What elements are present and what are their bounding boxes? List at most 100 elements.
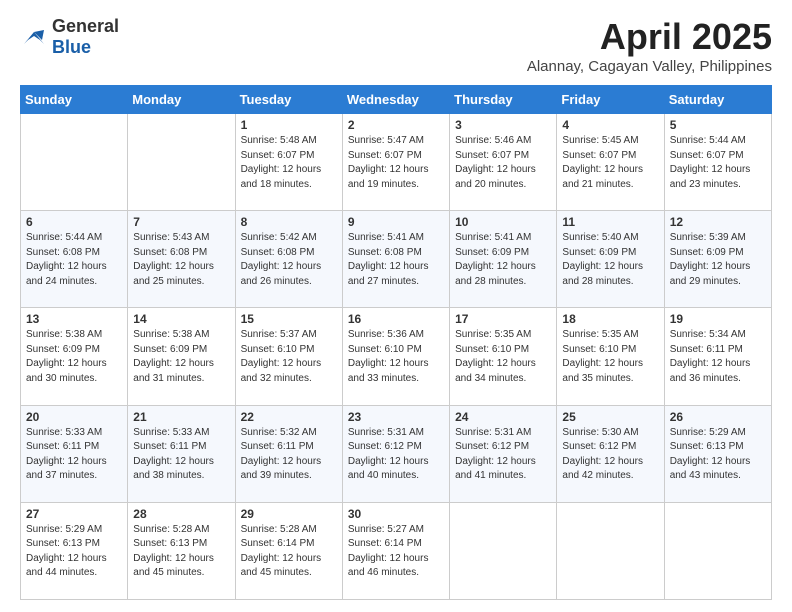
calendar-cell: 19Sunrise: 5:34 AM Sunset: 6:11 PM Dayli… [664,308,771,405]
day-info: Sunrise: 5:32 AM Sunset: 6:11 PM Dayligh… [241,426,337,484]
calendar-cell: 29 Sunrise: 5:28 AM Sunset: 6:14 PM Dayli… [235,502,342,599]
day-number: 11 [562,215,658,229]
subtitle: Alannay, Cagayan Valley, Philippines [527,58,772,75]
main-title: April 2025 [527,16,772,58]
logo-text: General Blue [52,16,119,58]
calendar-cell: 11 Sunrise: 5:40 AM Sunset: 6:09 PM Dayli… [557,211,664,308]
logo-blue: Blue [52,37,91,57]
day-number: 20 [26,410,122,424]
calendar-cell [557,502,664,599]
calendar-cell: 22 Sunrise: 5:32 AM Sunset: 6:11 PM Dayli… [235,405,342,502]
calendar-cell: 13Sunrise: 5:38 AM Sunset: 6:09 PM Dayli… [21,308,128,405]
calendar-cell: 28 Sunrise: 5:28 AM Sunset: 6:13 PM Dayli… [128,502,235,599]
calendar-cell: 1 Sunrise: 5:48 AM Sunset: 6:07 PM Daylig… [235,114,342,211]
calendar-cell: 18 Sunrise: 5:35 AM Sunset: 6:10 PM Dayli… [557,308,664,405]
day-number: 16 [348,312,444,326]
calendar-cell: 30Sunrise: 5:27 AM Sunset: 6:14 PM Dayli… [342,502,449,599]
calendar-week-row: 13Sunrise: 5:38 AM Sunset: 6:09 PM Dayli… [21,308,772,405]
calendar-cell [128,114,235,211]
day-info: Sunrise: 5:46 AM Sunset: 6:07 PM Dayligh… [455,134,551,192]
calendar-day-header: Tuesday [235,86,342,114]
logo-general: General [52,16,119,36]
calendar-cell: 25 Sunrise: 5:30 AM Sunset: 6:12 PM Dayli… [557,405,664,502]
day-number: 10 [455,215,551,229]
calendar-header-row: SundayMondayTuesdayWednesdayThursdayFrid… [21,86,772,114]
page: General Blue April 2025 Alannay, Cagayan… [0,0,792,612]
day-info: Sunrise: 5:36 AM Sunset: 6:10 PM Dayligh… [348,328,444,386]
day-number: 28 [133,507,229,521]
day-number: 18 [562,312,658,326]
day-info: Sunrise: 5:29 AM Sunset: 6:13 PM Dayligh… [670,426,766,484]
day-info: Sunrise: 5:40 AM Sunset: 6:09 PM Dayligh… [562,231,658,289]
calendar-day-header: Wednesday [342,86,449,114]
day-info: Sunrise: 5:39 AM Sunset: 6:09 PM Dayligh… [670,231,766,289]
day-info: Sunrise: 5:29 AM Sunset: 6:13 PM Dayligh… [26,523,122,581]
day-number: 7 [133,215,229,229]
day-info: Sunrise: 5:42 AM Sunset: 6:08 PM Dayligh… [241,231,337,289]
calendar-cell [450,502,557,599]
calendar-cell: 23Sunrise: 5:31 AM Sunset: 6:12 PM Dayli… [342,405,449,502]
calendar-cell [664,502,771,599]
calendar-cell: 5 Sunrise: 5:44 AM Sunset: 6:07 PM Daylig… [664,114,771,211]
calendar-week-row: 1 Sunrise: 5:48 AM Sunset: 6:07 PM Daylig… [21,114,772,211]
day-info: Sunrise: 5:33 AM Sunset: 6:11 PM Dayligh… [133,426,229,484]
calendar-week-row: 6Sunrise: 5:44 AM Sunset: 6:08 PM Daylig… [21,211,772,308]
day-number: 14 [133,312,229,326]
calendar-week-row: 20 Sunrise: 5:33 AM Sunset: 6:11 PM Dayli… [21,405,772,502]
day-info: Sunrise: 5:31 AM Sunset: 6:12 PM Dayligh… [455,426,551,484]
calendar-cell: 3 Sunrise: 5:46 AM Sunset: 6:07 PM Daylig… [450,114,557,211]
calendar-cell: 24 Sunrise: 5:31 AM Sunset: 6:12 PM Dayli… [450,405,557,502]
day-number: 9 [348,215,444,229]
day-number: 3 [455,118,551,132]
day-info: Sunrise: 5:35 AM Sunset: 6:10 PM Dayligh… [562,328,658,386]
day-number: 5 [670,118,766,132]
day-info: Sunrise: 5:35 AM Sunset: 6:10 PM Dayligh… [455,328,551,386]
day-number: 15 [241,312,337,326]
day-info: Sunrise: 5:30 AM Sunset: 6:12 PM Dayligh… [562,426,658,484]
calendar-cell: 26Sunrise: 5:29 AM Sunset: 6:13 PM Dayli… [664,405,771,502]
day-info: Sunrise: 5:38 AM Sunset: 6:09 PM Dayligh… [26,328,122,386]
day-info: Sunrise: 5:41 AM Sunset: 6:09 PM Dayligh… [455,231,551,289]
calendar-cell: 17 Sunrise: 5:35 AM Sunset: 6:10 PM Dayli… [450,308,557,405]
day-number: 27 [26,507,122,521]
logo: General Blue [20,16,119,58]
calendar-cell: 12 Sunrise: 5:39 AM Sunset: 6:09 PM Dayli… [664,211,771,308]
calendar-cell: 6Sunrise: 5:44 AM Sunset: 6:08 PM Daylig… [21,211,128,308]
day-number: 17 [455,312,551,326]
calendar-cell: 4Sunrise: 5:45 AM Sunset: 6:07 PM Daylig… [557,114,664,211]
calendar-cell: 20 Sunrise: 5:33 AM Sunset: 6:11 PM Dayli… [21,405,128,502]
calendar-day-header: Saturday [664,86,771,114]
calendar-day-header: Monday [128,86,235,114]
day-number: 24 [455,410,551,424]
calendar-cell: 27 Sunrise: 5:29 AM Sunset: 6:13 PM Dayli… [21,502,128,599]
day-number: 6 [26,215,122,229]
day-number: 8 [241,215,337,229]
day-info: Sunrise: 5:28 AM Sunset: 6:14 PM Dayligh… [241,523,337,581]
day-number: 25 [562,410,658,424]
day-info: Sunrise: 5:48 AM Sunset: 6:07 PM Dayligh… [241,134,337,192]
day-info: Sunrise: 5:28 AM Sunset: 6:13 PM Dayligh… [133,523,229,581]
calendar-cell: 21 Sunrise: 5:33 AM Sunset: 6:11 PM Dayli… [128,405,235,502]
day-info: Sunrise: 5:34 AM Sunset: 6:11 PM Dayligh… [670,328,766,386]
calendar-cell: 9Sunrise: 5:41 AM Sunset: 6:08 PM Daylig… [342,211,449,308]
day-number: 2 [348,118,444,132]
calendar-cell: 7Sunrise: 5:43 AM Sunset: 6:08 PM Daylig… [128,211,235,308]
day-number: 22 [241,410,337,424]
day-number: 4 [562,118,658,132]
day-number: 21 [133,410,229,424]
day-info: Sunrise: 5:33 AM Sunset: 6:11 PM Dayligh… [26,426,122,484]
calendar-week-row: 27 Sunrise: 5:29 AM Sunset: 6:13 PM Dayli… [21,502,772,599]
day-info: Sunrise: 5:37 AM Sunset: 6:10 PM Dayligh… [241,328,337,386]
day-number: 1 [241,118,337,132]
day-info: Sunrise: 5:27 AM Sunset: 6:14 PM Dayligh… [348,523,444,581]
calendar-cell [21,114,128,211]
title-section: April 2025 Alannay, Cagayan Valley, Phil… [527,16,772,75]
day-info: Sunrise: 5:44 AM Sunset: 6:07 PM Dayligh… [670,134,766,192]
calendar-day-header: Thursday [450,86,557,114]
day-number: 29 [241,507,337,521]
calendar-cell: 15 Sunrise: 5:37 AM Sunset: 6:10 PM Dayli… [235,308,342,405]
logo-bird-icon [20,26,48,48]
day-info: Sunrise: 5:38 AM Sunset: 6:09 PM Dayligh… [133,328,229,386]
calendar-day-header: Sunday [21,86,128,114]
day-number: 12 [670,215,766,229]
